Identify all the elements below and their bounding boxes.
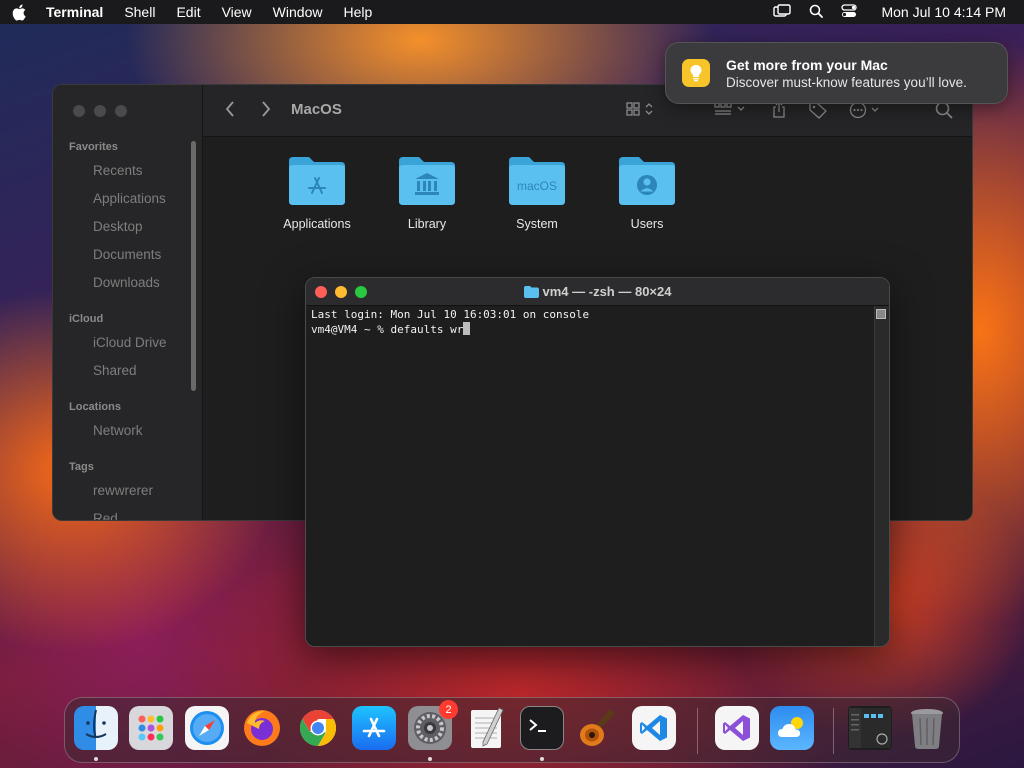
terminal-scroll-button[interactable] — [876, 309, 886, 319]
share-icon[interactable] — [771, 101, 787, 124]
dock-launchpad-icon[interactable] — [129, 706, 173, 750]
terminal-output[interactable]: Last login: Mon Jul 10 16:03:01 on conso… — [311, 308, 871, 337]
sidebar-item-downloads[interactable]: Downloads — [93, 275, 160, 290]
terminal-prompt-line[interactable]: vm4@VM4 ~ % defaults wr — [311, 322, 871, 337]
folder-label: Applications — [283, 217, 351, 231]
menu-clock[interactable]: Mon Jul 10 4:14 PM — [881, 4, 1006, 20]
finder-sidebar: Favorites Recents Applications Desktop D… — [53, 85, 203, 520]
folder-system[interactable]: macOS System — [482, 155, 592, 231]
notification-title: Get more from your Mac — [726, 56, 888, 73]
running-indicator — [428, 757, 432, 761]
terminal-title: vm4 — -zsh — 80×24 — [306, 284, 889, 301]
dock-guitar-icon[interactable] — [576, 706, 620, 750]
folder-applications[interactable]: Applications — [262, 155, 372, 231]
dock-safari-icon[interactable] — [185, 706, 229, 750]
menu-shell[interactable]: Shell — [124, 4, 155, 20]
sidebar-item-shared[interactable]: Shared — [93, 363, 137, 378]
dock-chrome-icon[interactable] — [296, 706, 340, 750]
group-by-icon[interactable] — [714, 101, 750, 122]
running-indicator — [540, 757, 544, 761]
sidebar-section-locations: Locations — [69, 401, 121, 413]
dock-system-settings-icon[interactable]: 2 — [408, 700, 458, 750]
folder-label: System — [516, 217, 558, 231]
folder-icon: macOS — [509, 157, 565, 205]
icon-view-toggle-icon[interactable] — [626, 101, 658, 122]
dock-finder-icon[interactable] — [74, 706, 118, 750]
dock-separator — [833, 708, 834, 754]
folder-label: Library — [407, 217, 447, 231]
screen-mirroring-icon[interactable] — [773, 3, 792, 21]
dock-trash-icon[interactable] — [905, 706, 949, 750]
menu-window[interactable]: Window — [273, 4, 323, 20]
macos-text: macOS — [517, 179, 557, 193]
dock-visual-studio-icon[interactable] — [715, 706, 759, 750]
folder-users[interactable]: Users — [592, 155, 702, 231]
running-indicator — [94, 757, 98, 761]
control-center-icon[interactable] — [841, 3, 858, 21]
dock-firefox-icon[interactable] — [240, 706, 284, 750]
dock-separator — [697, 708, 698, 754]
dock-textedit-icon[interactable] — [464, 706, 508, 750]
dock-vscode-icon[interactable] — [632, 706, 676, 750]
notification-badge: 2 — [439, 700, 458, 719]
terminal-scrollbar[interactable] — [874, 306, 889, 646]
forward-chevron-icon[interactable] — [261, 101, 271, 122]
sidebar-item-tag-red[interactable]: Red — [93, 511, 118, 520]
menu-app-name[interactable]: Terminal — [46, 4, 103, 20]
tag-icon[interactable] — [808, 101, 828, 124]
spotlight-search-icon[interactable] — [809, 4, 824, 21]
text-cursor — [463, 322, 471, 335]
menu-help[interactable]: Help — [343, 4, 372, 20]
sidebar-item-network[interactable]: Network — [93, 423, 143, 438]
menu-view[interactable]: View — [222, 4, 252, 20]
finder-window-title: MacOS — [291, 101, 342, 118]
dock-window-thumbnail-icon[interactable] — [848, 706, 892, 750]
folder-icon — [619, 157, 675, 205]
dock-terminal-icon[interactable] — [520, 706, 564, 750]
sidebar-item-applications[interactable]: Applications — [93, 191, 166, 206]
tips-notification[interactable]: Get more from your Mac Discover must-kno… — [665, 42, 1008, 104]
dock-app-store-icon[interactable] — [352, 706, 396, 750]
folder-icon — [399, 157, 455, 205]
finder-zoom-button[interactable] — [115, 105, 127, 117]
menu-edit[interactable]: Edit — [176, 4, 200, 20]
sidebar-section-favorites: Favorites — [69, 141, 118, 153]
sidebar-section-icloud: iCloud — [69, 313, 104, 325]
terminal-title-text: vm4 — -zsh — 80×24 — [542, 284, 672, 299]
folder-icon — [523, 286, 539, 301]
back-chevron-icon[interactable] — [225, 101, 235, 122]
search-icon[interactable] — [935, 101, 953, 124]
sidebar-item-desktop[interactable]: Desktop — [93, 219, 143, 234]
dock-weather-icon[interactable] — [770, 706, 814, 750]
sidebar-item-tag-rewwrerer[interactable]: rewwrerer — [93, 483, 153, 498]
sidebar-scrollbar[interactable] — [191, 141, 196, 391]
terminal-window[interactable]: vm4 — -zsh — 80×24 Last login: Mon Jul 1… — [305, 277, 890, 647]
lightbulb-icon — [682, 59, 710, 87]
terminal-line: vm4@VM4 ~ % defaults wr — [311, 323, 464, 336]
folder-label: Users — [630, 217, 664, 231]
finder-close-button[interactable] — [73, 105, 85, 117]
sidebar-item-icloud-drive[interactable]: iCloud Drive — [93, 335, 167, 350]
terminal-titlebar[interactable]: vm4 — -zsh — 80×24 — [306, 278, 889, 306]
terminal-line: Last login: Mon Jul 10 16:03:01 on conso… — [311, 308, 590, 321]
apple-menu-icon[interactable] — [12, 3, 28, 21]
folder-library[interactable]: Library — [372, 155, 482, 231]
sidebar-item-documents[interactable]: Documents — [93, 247, 161, 262]
sidebar-item-recents[interactable]: Recents — [93, 163, 143, 178]
finder-window-controls — [73, 105, 127, 117]
notification-body: Discover must-know features you’ll love. — [726, 74, 967, 90]
folder-icon — [289, 157, 345, 205]
menu-bar: Terminal Shell Edit View Window Help Mon… — [0, 0, 1024, 24]
more-actions-icon[interactable] — [849, 101, 885, 124]
sidebar-section-tags: Tags — [69, 461, 94, 473]
dock: 2 — [64, 697, 960, 763]
finder-minimize-button[interactable] — [94, 105, 106, 117]
